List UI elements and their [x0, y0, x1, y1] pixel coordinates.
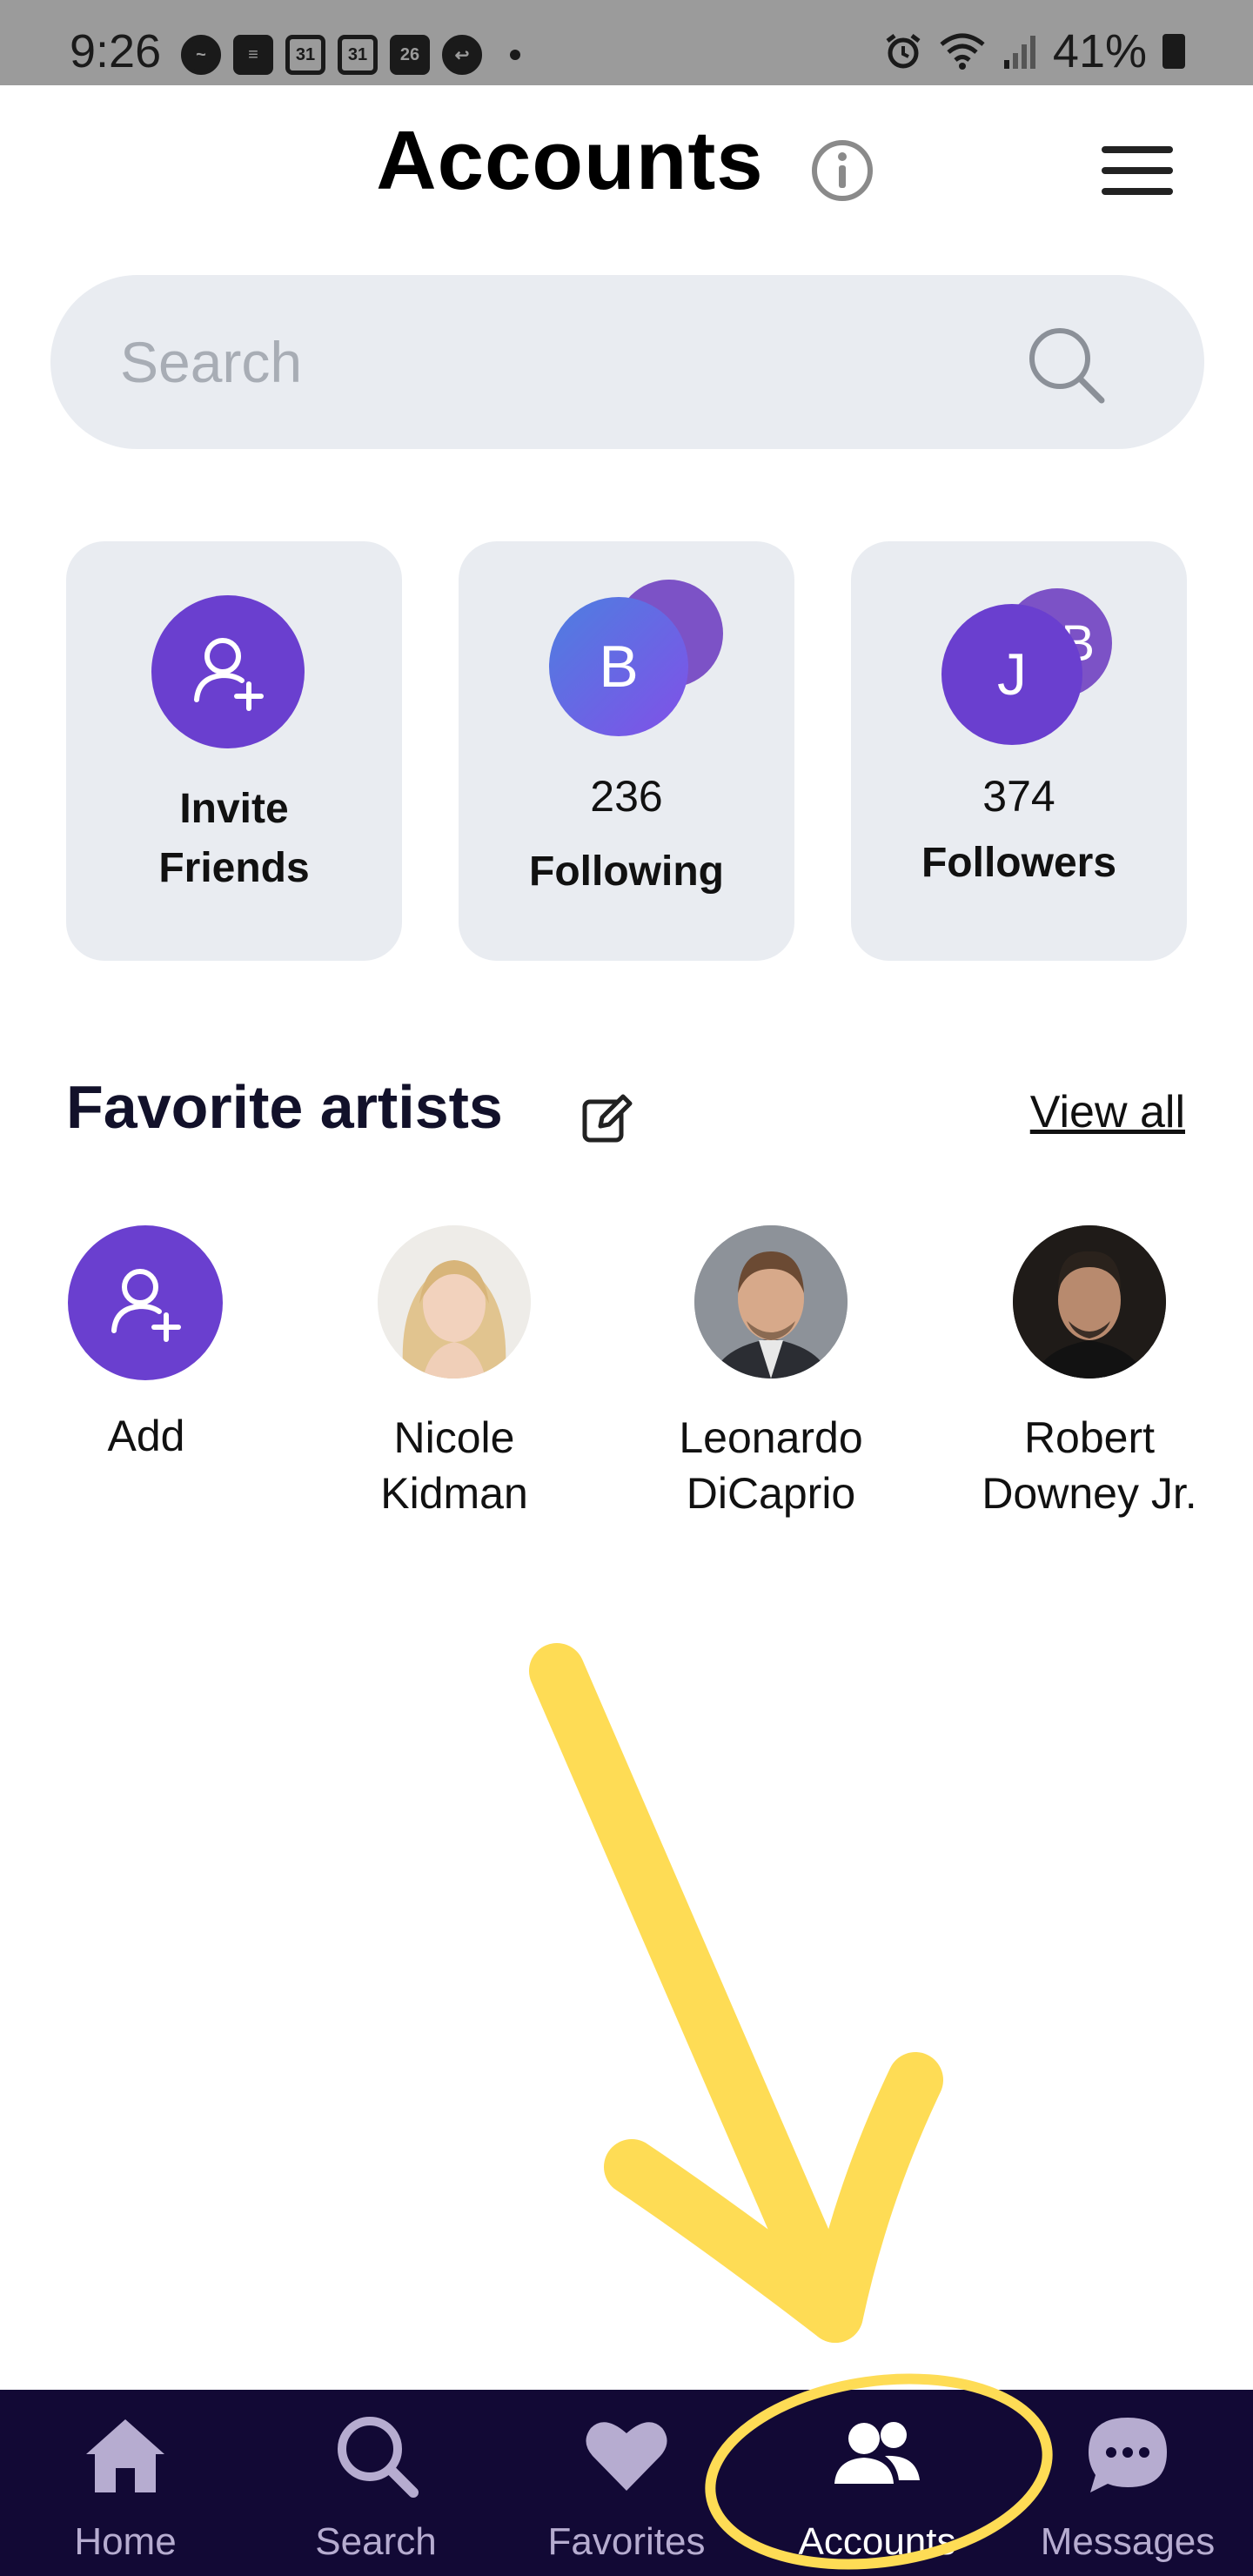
heart-icon: [586, 2422, 667, 2491]
nav-label: Search: [315, 2520, 437, 2563]
alarm-icon: [886, 34, 921, 69]
add-artist-label: Add: [107, 1412, 185, 1460]
calendar-icon: 31: [338, 35, 378, 75]
add-artist-button[interactable]: [68, 1225, 223, 1380]
signal-icon: [1003, 36, 1035, 69]
hamburger-menu-icon[interactable]: [1102, 143, 1173, 198]
following-count: 236: [590, 772, 663, 821]
artist-photo-nicole-kidman[interactable]: [378, 1225, 531, 1379]
status-bar: 9:26 ~ ≡ 31 31 26 ↩ 41%: [0, 0, 1253, 85]
more-notifications-icon: [510, 50, 520, 60]
search-icon: [338, 2417, 419, 2498]
followers-count: 374: [982, 772, 1055, 821]
info-icon[interactable]: [809, 138, 875, 204]
wifi-icon: [940, 33, 985, 70]
followers-card[interactable]: B J 374 Followers: [851, 541, 1187, 961]
nav-accounts[interactable]: Accounts: [752, 2390, 1002, 2576]
home-icon: [86, 2419, 164, 2492]
page-title: Accounts: [376, 114, 764, 207]
avatar-front: B: [549, 597, 688, 736]
artist-name[interactable]: Leonardo DiCaprio: [632, 1410, 910, 1521]
search-input[interactable]: [120, 319, 990, 406]
view-all-link[interactable]: View all: [1030, 1086, 1185, 1138]
nav-label: Home: [74, 2520, 177, 2563]
artist-photo-robert-downey-jr[interactable]: [1013, 1225, 1166, 1379]
artist-name-line: Downey Jr.: [982, 1469, 1197, 1518]
artist-name[interactable]: Nicole Kidman: [315, 1410, 593, 1521]
artist-name-line: Robert: [1023, 1413, 1156, 1462]
following-label: Following: [529, 849, 724, 895]
nav-favorites[interactable]: Favorites: [501, 2390, 752, 2576]
calendar-icon: 31: [285, 35, 325, 75]
artist-name-line: Leonardo: [679, 1413, 863, 1462]
edit-icon[interactable]: [580, 1091, 633, 1145]
nav-home[interactable]: Home: [0, 2390, 251, 2576]
search-bar[interactable]: [50, 275, 1204, 449]
following-card[interactable]: B 236 Following: [459, 541, 794, 961]
nav-label: Accounts: [798, 2520, 956, 2563]
invite-label: Invite: [179, 786, 289, 832]
section-title: Favorite artists: [66, 1073, 503, 1141]
artist-name[interactable]: Robert Downey Jr.: [950, 1410, 1229, 1521]
add-user-icon: [151, 595, 305, 748]
avatar-front: J: [941, 604, 1082, 745]
status-right: 41%: [884, 24, 1185, 78]
nav-search[interactable]: Search: [251, 2390, 501, 2576]
invite-friends-card[interactable]: Invite Friends: [66, 541, 402, 961]
search-icon[interactable]: [1025, 324, 1109, 407]
users-icon: [834, 2422, 920, 2484]
calendar-icon: 26: [390, 35, 430, 75]
notification-icons: ~ ≡ 31 31 26 ↩: [181, 35, 520, 75]
add-user-icon: [111, 1269, 181, 1342]
nav-messages[interactable]: Messages: [1002, 2390, 1253, 2576]
nav-label: Messages: [1040, 2520, 1216, 2563]
bottom-navigation: Home Search Favorites Accounts Messages: [0, 2390, 1253, 2576]
nav-label: Favorites: [547, 2520, 706, 2563]
artist-name-line: Nicole Kidman: [380, 1413, 528, 1518]
chat-icon: [1089, 2418, 1167, 2492]
artist-name-line: DiCaprio: [686, 1469, 856, 1518]
app-notification-icon: ↩: [442, 35, 482, 75]
messenger-icon: ~: [181, 35, 221, 75]
followers-label: Followers: [921, 840, 1117, 886]
battery-percent: 41%: [1052, 25, 1147, 77]
message-icon: ≡: [233, 35, 273, 75]
invite-label: Friends: [158, 845, 310, 891]
battery-icon: [1163, 34, 1185, 69]
status-time: 9:26: [70, 25, 162, 77]
artist-photo-leonardo-dicaprio[interactable]: [694, 1225, 848, 1379]
